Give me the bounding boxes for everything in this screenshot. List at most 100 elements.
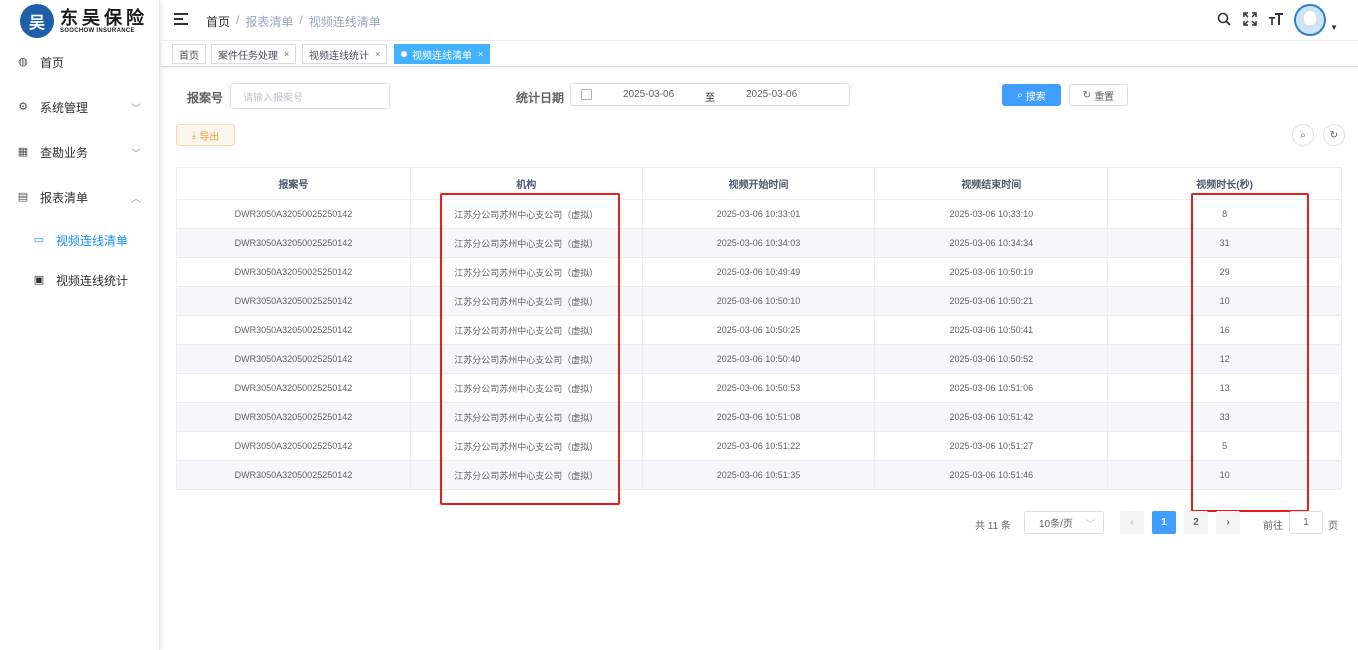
end-time-cell: 2025-03-06 10:51:27 [874,431,1109,461]
tag-case-tasks[interactable]: 案件任务处理 × [211,44,297,64]
refresh-table-button[interactable]: ↻ [1323,124,1345,146]
end-time-cell: 2025-03-06 10:34:34 [874,228,1109,258]
monitor-icon: ▭ [33,234,45,246]
brand-name-en: SOOCHOW INSURANCE [60,28,135,34]
search-icon: ⌕ [1300,129,1306,141]
chevron-up-icon: ︿ [131,194,141,205]
date-end[interactable]: 2025-03-06 [746,89,797,100]
duration-cell: 16 [1107,315,1342,345]
start-time-cell: 2025-03-06 10:49:49 [641,257,876,287]
close-icon[interactable]: × [375,49,380,59]
report-no-cell: DWR3050A32050025250142 [176,199,411,229]
search-button[interactable]: ⌕ 搜索 [1002,84,1061,106]
table-header-row: 报案号 机构 视频开始时间 视频结束时间 视频时长(秒) [176,167,1342,200]
table-row[interactable]: DWR3050A32050025250142 江苏分公司苏州中心支公司（虚拟） 20… [176,315,1342,345]
gear-icon: ⚙ [18,101,28,113]
report-no-cell: DWR3050A32050025250142 [176,431,411,461]
fullscreen-icon[interactable] [1242,12,1258,28]
table-row[interactable]: DWR3050A32050025250142 江苏分公司苏州中心支公司（虚拟） 20… [176,257,1342,287]
close-icon[interactable]: × [478,49,483,59]
font-size-icon[interactable] [1268,12,1284,28]
download-icon: ⤓ [191,129,197,141]
search-icon[interactable] [1216,12,1232,28]
institution-cell: 江苏分公司苏州中心支公司（虚拟） [409,344,643,374]
date-start[interactable]: 2025-03-06 [623,89,674,100]
date-range-picker[interactable]: 2025-03-06 至 2025-03-06 [570,83,850,106]
start-time-cell: 2025-03-06 10:50:53 [641,373,876,403]
end-time-cell: 2025-03-06 10:51:42 [874,402,1109,432]
search-button-label: 搜索 [1025,91,1046,103]
sidebar-item-label: 查勘业务 [40,145,89,160]
report-no-input[interactable]: 请输入报案号 [230,83,390,109]
tag-video-list[interactable]: 视频连线清单 × [394,44,491,64]
breadcrumb-home[interactable]: 首页 [206,13,230,30]
end-time-cell: 2025-03-06 10:50:19 [874,257,1109,287]
tag-video-stats[interactable]: 视频连线统计 × [302,44,388,64]
sidebar-item-survey[interactable]: ▦ 查勘业务 ﹀ [0,137,158,167]
duration-cell: 10 [1107,460,1342,490]
sidebar-item-label: 首页 [40,55,65,70]
brand-name: 东吴保险 [60,8,148,28]
report-no-label: 报案号 [187,91,224,105]
institution-cell: 江苏分公司苏州中心支公司（虚拟） [409,199,643,229]
table-row[interactable]: DWR3050A32050025250142 江苏分公司苏州中心支公司（虚拟） 20… [176,402,1342,432]
institution-cell: 江苏分公司苏州中心支公司（虚拟） [409,373,643,403]
start-time-cell: 2025-03-06 10:50:40 [641,344,876,374]
date-separator: 至 [705,93,715,104]
sidebar-subitem-video-stats[interactable]: ▣ 视频连线统计 [0,265,158,295]
column-header: 视频结束时间 [874,167,1109,200]
table-row[interactable]: DWR3050A32050025250142 江苏分公司苏州中心支公司（虚拟） 20… [176,460,1342,490]
table-row[interactable]: DWR3050A32050025250142 江苏分公司苏州中心支公司（虚拟） 20… [176,431,1342,461]
tag-label: 视频连线清单 [412,50,472,62]
tag-home[interactable]: 首页 [172,44,206,64]
start-time-cell: 2025-03-06 10:51:35 [641,460,876,490]
sidebar-item-label: 报表清单 [40,190,89,205]
page-size-select[interactable]: 10条/页 ﹀ [1024,511,1104,534]
chevron-down-icon: ﹀ [131,149,141,160]
chart-icon: ▣ [33,274,45,286]
end-time-cell: 2025-03-06 10:33:10 [874,199,1109,229]
report-no-cell: DWR3050A32050025250142 [176,373,411,403]
page-button-2[interactable]: 2 [1184,511,1208,534]
logo-icon: 吴 [20,4,54,38]
caret-down-icon[interactable]: ▼ [1330,23,1338,32]
brand-logo[interactable]: 吴 东吴保险 SOOCHOW INSURANCE [0,0,159,42]
export-button[interactable]: ⤓ 导出 [176,124,235,146]
institution-cell: 江苏分公司苏州中心支公司（虚拟） [409,286,643,316]
column-header: 视频时长(秒) [1107,167,1342,200]
sidebar-item-home[interactable]: ◍ 首页 [0,47,158,77]
reset-button[interactable]: ↻ 重置 [1069,84,1128,106]
avatar[interactable] [1294,4,1327,36]
sidebar-subitem-label: 视频连线统计 [56,273,129,288]
sidebar-item-reports[interactable]: ▤ 报表清单 ︿ [0,182,158,212]
duration-cell: 29 [1107,257,1342,287]
breadcrumb: 首页 / 报表清单 / 视频连线清单 [206,13,381,30]
sidebar-subitem-video-list[interactable]: ▭ 视频连线清单 [0,225,158,255]
toggle-search-button[interactable]: ⌕ [1292,124,1314,146]
institution-cell: 江苏分公司苏州中心支公司（虚拟） [409,228,643,258]
table-row[interactable]: DWR3050A32050025250142 江苏分公司苏州中心支公司（虚拟） 20… [176,228,1342,258]
pagination-total: 共 11 条 [975,521,1011,532]
column-header: 视频开始时间 [641,167,876,200]
tags-view: 首页 案件任务处理 × 视频连线统计 × 视频连线清单 × [161,41,1358,67]
duration-cell: 12 [1107,344,1342,374]
start-time-cell: 2025-03-06 10:33:01 [641,199,876,229]
goto-page-input[interactable]: 1 [1289,511,1323,534]
prev-page-button[interactable]: ‹ [1120,511,1144,534]
breadcrumb-current: 视频连线清单 [308,15,381,29]
end-time-cell: 2025-03-06 10:50:52 [874,344,1109,374]
table-row[interactable]: DWR3050A32050025250142 江苏分公司苏州中心支公司（虚拟） 20… [176,199,1342,229]
duration-cell: 33 [1107,402,1342,432]
table-row[interactable]: DWR3050A32050025250142 江苏分公司苏州中心支公司（虚拟） 20… [176,344,1342,374]
sidebar: 吴 东吴保险 SOOCHOW INSURANCE ◍ 首页 ⚙ 系统管理 ﹀ ▦… [0,0,160,650]
close-icon[interactable]: × [284,49,289,59]
next-page-button[interactable]: › [1216,511,1240,534]
start-time-cell: 2025-03-06 10:50:10 [641,286,876,316]
page-button-1[interactable]: 1 [1152,511,1176,534]
sidebar-item-system[interactable]: ⚙ 系统管理 ﹀ [0,92,158,122]
table-row[interactable]: DWR3050A32050025250142 江苏分公司苏州中心支公司（虚拟） 20… [176,286,1342,316]
institution-cell: 江苏分公司苏州中心支公司（虚拟） [409,431,643,461]
table-row[interactable]: DWR3050A32050025250142 江苏分公司苏州中心支公司（虚拟） 20… [176,373,1342,403]
end-time-cell: 2025-03-06 10:50:41 [874,315,1109,345]
hamburger-icon[interactable] [174,13,188,25]
